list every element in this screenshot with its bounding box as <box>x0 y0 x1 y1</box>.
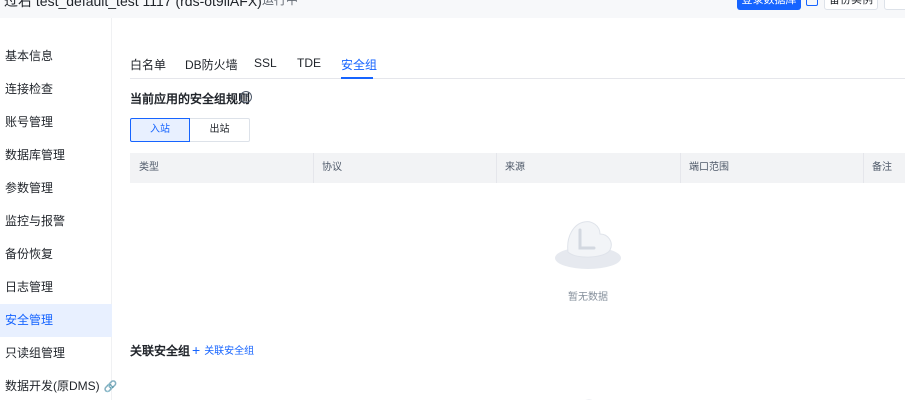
empty-text: 暂无数据 <box>568 292 608 303</box>
instance-title: 过右 test_default_test 1117 (rds-ot9llAFX) <box>4 0 262 9</box>
more-button[interactable] <box>884 0 905 10</box>
sidebar-item-connection-check[interactable]: 连接检查 <box>0 73 112 106</box>
security-tabs: 白名单 DB防火墙 SSL TDE 安全组 <box>130 52 905 79</box>
sidebar-item-label: 基本信息 <box>5 49 54 63</box>
empty-state-icon-2 <box>585 399 593 400</box>
sidebar-item-label: 数据开发(原DMS) <box>5 379 100 393</box>
top-bar: 过右 test_default_test 1117 (rds-ot9llAFX)… <box>0 0 905 18</box>
sidebar-item-label: 连接检查 <box>5 82 54 96</box>
sidebar-item-parameters[interactable]: 参数管理 <box>0 172 112 205</box>
active-tab-indicator <box>341 77 373 79</box>
column-header-remark: 备注 <box>872 162 892 173</box>
sidebar-item-readonly-groups[interactable]: 只读组管理 <box>0 337 112 370</box>
tab-db-firewall[interactable]: DB防火墙 <box>185 56 238 73</box>
sidebar-item-accounts[interactable]: 账号管理 <box>0 106 112 139</box>
direction-switch: 入站 出站 <box>130 118 250 142</box>
column-header-type: 类型 <box>139 162 159 173</box>
sidebar-item-databases[interactable]: 数据库管理 <box>0 139 112 172</box>
sidebar-item-label: 安全管理 <box>5 313 54 327</box>
sidebar-item-basic-info[interactable]: 基本信息 <box>0 40 112 73</box>
sidebar-item-label: 数据库管理 <box>5 148 66 162</box>
help-icon[interactable]: ? <box>240 91 252 103</box>
associate-security-group-button[interactable]: + 关联安全组 <box>192 342 254 358</box>
sidebar-item-backup[interactable]: 备份恢复 <box>0 238 112 271</box>
section-title-associated: 关联安全组 <box>130 344 191 358</box>
tab-security-group[interactable]: 安全组 <box>341 56 377 73</box>
sidebar-item-label: 日志管理 <box>5 280 54 294</box>
associate-label: 关联安全组 <box>204 346 255 357</box>
column-header-source: 来源 <box>505 162 525 173</box>
login-database-button[interactable]: 登录数据库 <box>737 0 801 10</box>
sidebar-item-label: 备份恢复 <box>5 247 54 261</box>
copy-icon[interactable] <box>806 0 818 6</box>
status-badge: 运行中 <box>262 0 299 7</box>
outbound-tab[interactable]: 出站 <box>190 118 250 142</box>
sidebar-item-label: 账号管理 <box>5 115 54 129</box>
plus-icon: + <box>192 342 201 358</box>
sidebar-item-monitoring[interactable]: 监控与报警 <box>0 205 112 238</box>
sidebar-item-label: 监控与报警 <box>5 214 66 228</box>
sidebar-item-logs[interactable]: 日志管理 <box>0 271 112 304</box>
sidebar-item-data-dev[interactable]: 数据开发(原DMS) 🔗 <box>0 370 117 400</box>
table-header: 类型 协议 来源 端口范围 备注 <box>130 153 905 183</box>
section-title-rules: 当前应用的安全组规则 <box>130 92 251 106</box>
sidebar-item-security[interactable]: 安全管理 <box>0 304 112 337</box>
tab-whitelist[interactable]: 白名单 <box>130 56 166 73</box>
empty-state-icon <box>555 221 621 269</box>
sidebar: 基本信息 连接检查 账号管理 数据库管理 参数管理 监控与报警 备份恢复 日志管… <box>0 18 117 400</box>
column-header-protocol: 协议 <box>322 162 342 173</box>
column-header-port-range: 端口范围 <box>689 162 729 173</box>
sidebar-item-label: 只读组管理 <box>5 346 66 360</box>
tab-tde[interactable]: TDE <box>297 56 321 70</box>
backup-instance-button[interactable]: 备份实例 <box>824 0 878 10</box>
main-content: 白名单 DB防火墙 SSL TDE 安全组 当前应用的安全组规则 ? 入站 出站… <box>112 18 905 400</box>
tab-ssl[interactable]: SSL <box>254 56 277 70</box>
inbound-tab[interactable]: 入站 <box>130 118 190 142</box>
sidebar-item-label: 参数管理 <box>5 181 54 195</box>
